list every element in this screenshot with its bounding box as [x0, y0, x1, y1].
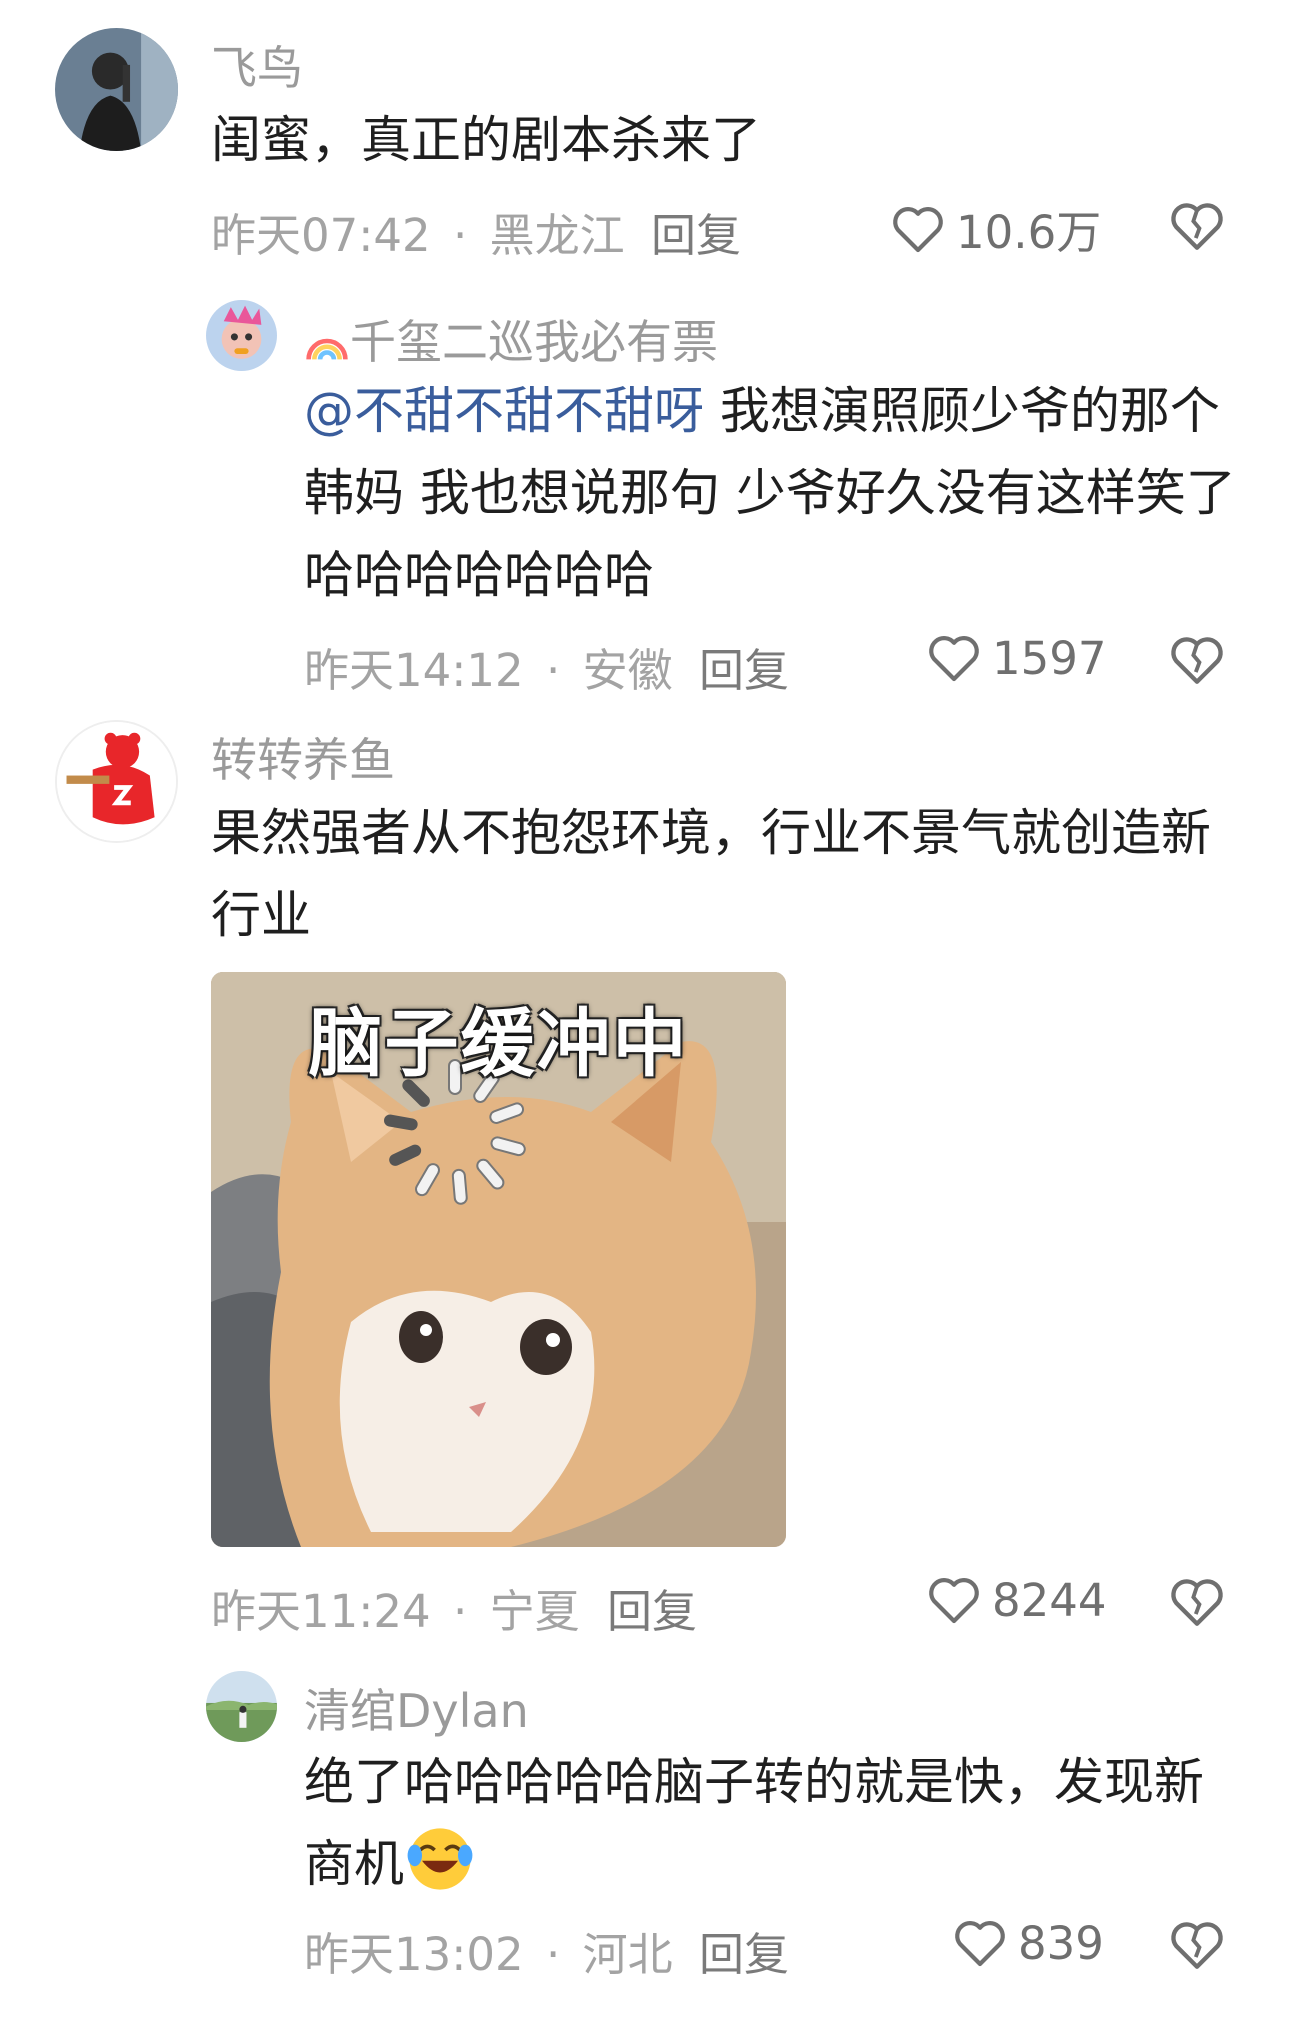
- heart-outline-icon: [929, 636, 979, 682]
- heart-outline-icon: [893, 206, 943, 252]
- location: 河北: [582, 1928, 673, 1981]
- comment-text: 果然强者从不抱怨环境，行业不景气就创造新行业: [211, 792, 1241, 956]
- comment-meta: 昨天07:42 · 黑龙江: [211, 199, 625, 264]
- broken-heart-icon[interactable]: [1168, 631, 1226, 689]
- heart-outline-icon: [929, 1578, 979, 1624]
- timestamp: 昨天07:42: [211, 209, 431, 262]
- like-count: 839: [1018, 1916, 1104, 1970]
- like-button[interactable]: 8244: [926, 1572, 1107, 1628]
- separator: ·: [453, 1585, 468, 1638]
- avatar[interactable]: [55, 28, 178, 151]
- like-button[interactable]: 839: [952, 1915, 1104, 1971]
- broken-heart-icon[interactable]: [1168, 1916, 1226, 1974]
- avatar[interactable]: [206, 300, 277, 371]
- avatar[interactable]: [206, 1671, 277, 1742]
- reply-button[interactable]: 回复: [651, 199, 741, 264]
- comment-body: 果然强者从不抱怨环境，行业不景气就创造新行业: [211, 804, 1211, 944]
- timestamp: 昨天14:12: [304, 644, 524, 697]
- comment-text: @不甜不甜不甜呀 我想演照顾少爷的那个韩妈 我也想说那句 少爷好久没有这样笑了 …: [304, 370, 1244, 616]
- username-text: 千玺二巡我必有票: [350, 315, 718, 369]
- reply-button[interactable]: 回复: [699, 1918, 789, 1983]
- location: 黑龙江: [489, 209, 625, 262]
- broken-heart-icon[interactable]: [1168, 1573, 1226, 1631]
- meme-image[interactable]: 脑子缓冲中: [211, 972, 786, 1547]
- comment-meta: 昨天11:24 · 宁夏: [211, 1575, 580, 1640]
- comment-meta: 昨天14:12 · 安徽: [304, 634, 673, 699]
- separator: ·: [453, 209, 468, 262]
- comment-text: 绝了哈哈哈哈哈脑子转的就是快，发现新商机: [304, 1741, 1244, 1905]
- comment-body: 闺蜜，真正的剧本杀来了: [211, 111, 761, 169]
- comment-text: 闺蜜，真正的剧本杀来了: [211, 99, 1241, 181]
- heart-outline-icon: [955, 1921, 1005, 1967]
- location: 宁夏: [489, 1585, 580, 1638]
- rainbow-emoji: [306, 338, 348, 360]
- separator: ·: [546, 644, 561, 697]
- timestamp: 昨天11:24: [211, 1585, 431, 1638]
- laughing-crying-emoji: [407, 1828, 473, 1890]
- broken-heart-icon[interactable]: [1168, 197, 1226, 255]
- comment-meta: 昨天13:02 · 河北: [304, 1918, 673, 1983]
- timestamp: 昨天13:02: [304, 1928, 524, 1981]
- location: 安徽: [582, 644, 673, 697]
- like-button[interactable]: 1597: [926, 630, 1107, 686]
- separator: ·: [546, 1928, 561, 1981]
- like-count: 1597: [992, 631, 1107, 685]
- reply-button[interactable]: 回复: [607, 1575, 697, 1640]
- username[interactable]: 转转养鱼: [211, 724, 395, 790]
- meme-caption: 脑子缓冲中: [308, 1001, 689, 1087]
- like-count: 10.6万: [956, 206, 1102, 259]
- username[interactable]: 清绾Dylan: [304, 1675, 529, 1741]
- reply-button[interactable]: 回复: [699, 634, 789, 699]
- avatar[interactable]: [55, 720, 178, 843]
- username[interactable]: 千玺二巡我必有票: [304, 306, 718, 372]
- like-count: 8244: [992, 1573, 1107, 1627]
- username[interactable]: 飞鸟: [211, 32, 303, 98]
- like-button[interactable]: 10.6万: [890, 196, 1101, 261]
- mention-link[interactable]: @不甜不甜不甜呀: [304, 382, 704, 440]
